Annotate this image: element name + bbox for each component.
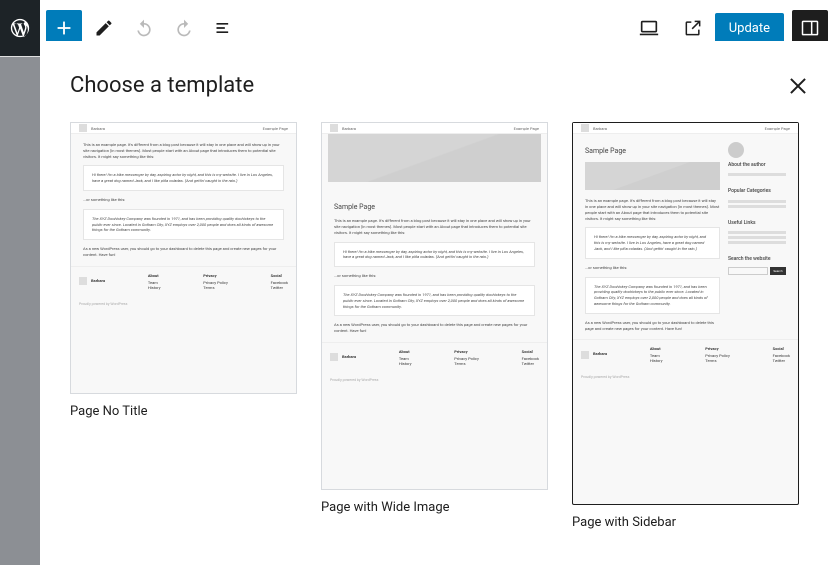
sidebar-icon xyxy=(800,18,820,38)
template-thumbnail: Barbara Example Page Sample Page This is… xyxy=(321,122,548,490)
close-button[interactable] xyxy=(786,74,810,98)
undo-icon xyxy=(134,18,154,38)
wordpress-icon xyxy=(9,17,31,39)
template-label: Page with Sidebar xyxy=(572,515,799,530)
plus-icon xyxy=(53,17,75,39)
modal-title: Choose a template xyxy=(70,73,254,98)
template-list: Barbara Example Page This is an example … xyxy=(70,122,810,530)
template-thumbnail: Barbara Example Page This is an example … xyxy=(70,122,297,394)
template-option-page-no-title[interactable]: Barbara Example Page This is an example … xyxy=(70,122,297,419)
wordpress-logo[interactable] xyxy=(0,0,40,56)
template-label: Page with Wide Image xyxy=(321,500,548,515)
choose-template-modal: Choose a template Barbara Example Page T… xyxy=(40,41,840,565)
pencil-icon xyxy=(94,18,114,38)
list-icon xyxy=(214,18,234,38)
template-option-page-wide-image[interactable]: Barbara Example Page Sample Page This is… xyxy=(321,122,548,515)
template-label: Page No Title xyxy=(70,404,297,419)
update-button[interactable]: Update xyxy=(715,13,784,44)
external-link-icon xyxy=(683,18,703,38)
laptop-icon xyxy=(638,17,660,39)
template-thumbnail: Barbara Example Page Sample Page This is… xyxy=(572,122,799,505)
modal-header: Choose a template xyxy=(70,73,810,98)
template-option-page-with-sidebar[interactable]: Barbara Example Page Sample Page This is… xyxy=(572,122,799,530)
redo-icon xyxy=(174,18,194,38)
